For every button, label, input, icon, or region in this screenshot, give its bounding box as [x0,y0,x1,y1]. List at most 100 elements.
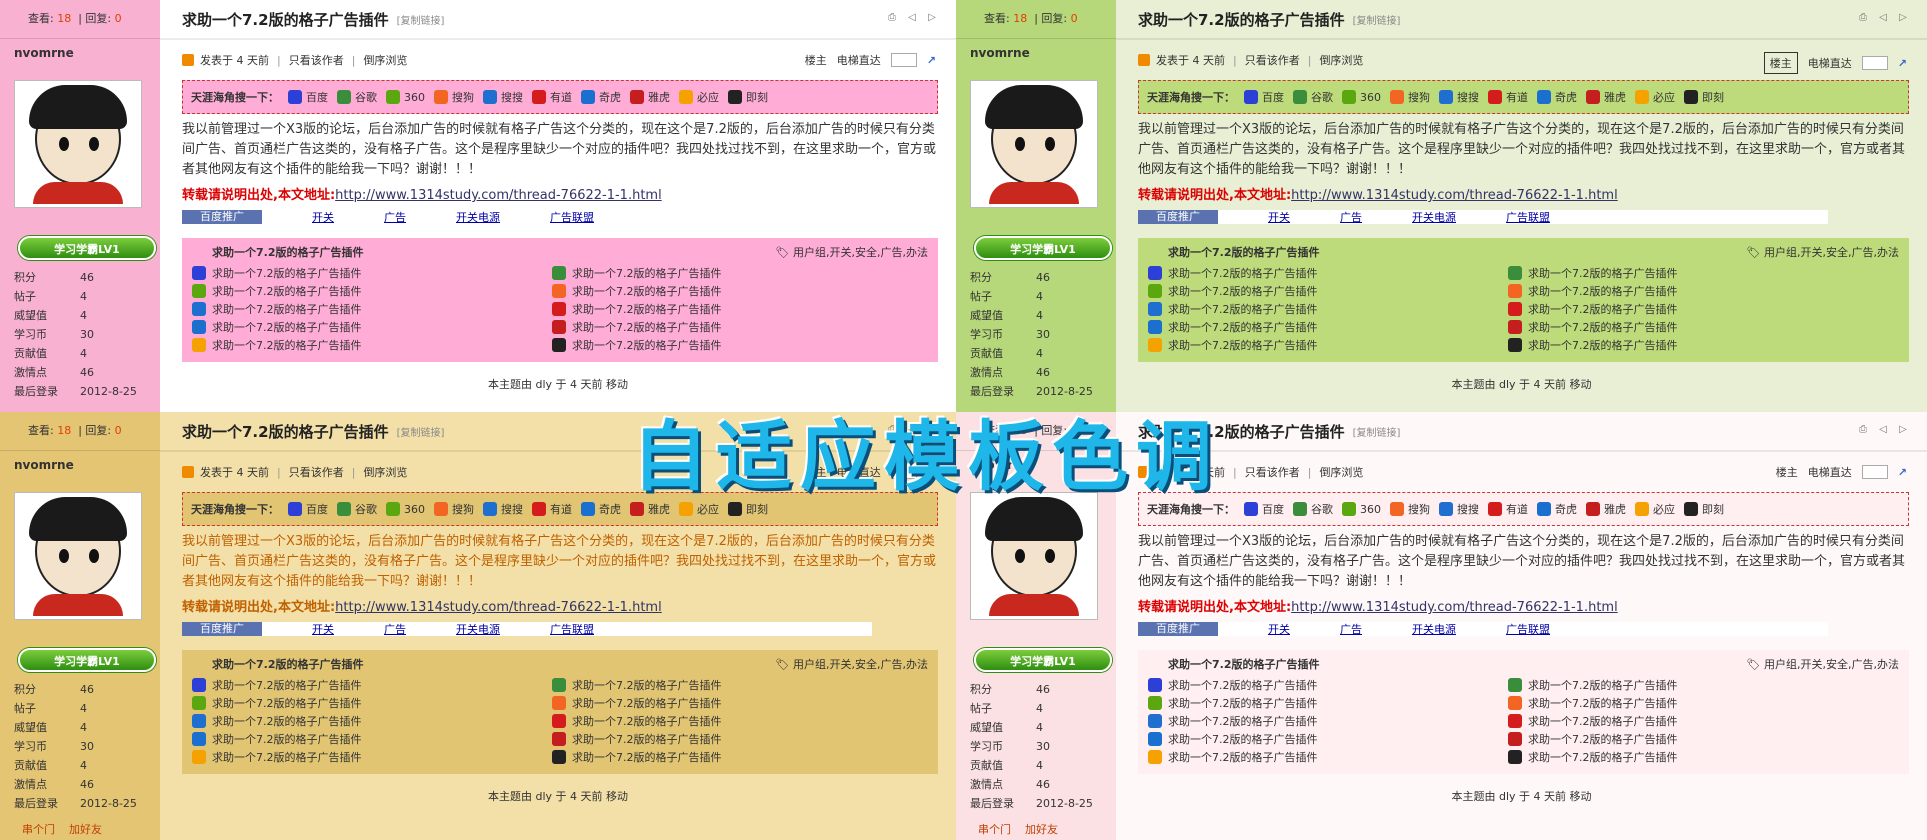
ad-link-3[interactable]: 开关电源 [456,209,500,225]
related-item[interactable]: 求助一个7.2版的格子广告插件 [192,748,552,766]
floor-input[interactable] [1861,465,1888,479]
related-item[interactable]: 求助一个7.2版的格子广告插件 [552,264,912,282]
ad-link-4[interactable]: 广告联盟 [1506,621,1550,637]
search-engine-6[interactable]: 奇虎 [581,501,621,517]
ad-link-1[interactable]: 开关 [312,621,334,637]
ad-link-2[interactable]: 广告 [384,621,406,637]
ad-link-baidu[interactable]: 百度推广 [182,622,262,636]
search-engine-8[interactable]: 必应 [679,89,719,105]
related-item[interactable]: 求助一个7.2版的格子广告插件 [552,676,912,694]
search-engine-0[interactable]: 百度 [288,89,328,105]
only-author-link[interactable]: 只看该作者 [1245,52,1300,68]
next-icon[interactable]: ▷ [1897,12,1909,24]
search-engine-0[interactable]: 百度 [1244,89,1284,105]
ad-link-2[interactable]: 广告 [1340,621,1362,637]
related-item[interactable]: 求助一个7.2版的格子广告插件 [1148,300,1508,318]
reverse-order-link[interactable]: 倒序浏览 [363,52,407,68]
search-engine-2[interactable]: 360 [1342,90,1381,104]
search-engine-2[interactable]: 360 [1342,502,1381,516]
related-item[interactable]: 求助一个7.2版的格子广告插件 [1148,748,1508,766]
search-engine-3[interactable]: 搜狗 [1390,89,1430,105]
search-engine-8[interactable]: 必应 [1635,89,1675,105]
search-engine-5[interactable]: 有道 [1488,89,1528,105]
search-engine-3[interactable]: 搜狗 [1390,501,1430,517]
copy-link[interactable]: [复制链接] [397,12,445,27]
avatar[interactable] [970,492,1098,620]
related-item[interactable]: 求助一个7.2版的格子广告插件 [552,712,912,730]
only-author-link[interactable]: 只看该作者 [1245,464,1300,480]
repost-url[interactable]: http://www.1314study.com/thread-76622-1-… [335,600,662,615]
visit-link[interactable]: 串个门 [978,821,1011,837]
related-item[interactable]: 求助一个7.2版的格子广告插件 [1508,318,1868,336]
avatar[interactable] [970,80,1098,208]
related-item[interactable]: 求助一个7.2版的格子广告插件 [192,264,552,282]
ad-link-4[interactable]: 广告联盟 [1506,209,1550,225]
search-engine-9[interactable]: 即刻 [1684,501,1724,517]
related-item[interactable]: 求助一个7.2版的格子广告插件 [1508,748,1868,766]
search-engine-4[interactable]: 搜搜 [1439,501,1479,517]
search-engine-1[interactable]: 谷歌 [1293,501,1333,517]
ad-link-3[interactable]: 开关电源 [1412,209,1456,225]
avatar[interactable] [14,80,142,208]
related-tags[interactable]: 🏷 用户组,开关,安全,广告,办法 [776,656,928,672]
related-tags[interactable]: 🏷 用户组,开关,安全,广告,办法 [1747,244,1899,260]
only-author-link[interactable]: 只看该作者 [289,464,344,480]
reverse-order-link[interactable]: 倒序浏览 [1319,52,1363,68]
go-icon[interactable]: ↗ [1898,57,1907,70]
search-engine-0[interactable]: 百度 [1244,501,1284,517]
prev-icon[interactable]: ◁ [906,12,918,24]
related-item[interactable]: 求助一个7.2版的格子广告插件 [1148,712,1508,730]
copy-link[interactable]: [复制链接] [397,424,445,439]
search-engine-7[interactable]: 雅虎 [1586,501,1626,517]
ad-link-1[interactable]: 开关 [1268,209,1290,225]
related-item[interactable]: 求助一个7.2版的格子广告插件 [1148,318,1508,336]
ad-link-4[interactable]: 广告联盟 [550,621,594,637]
ad-link-baidu[interactable]: 百度推广 [1138,210,1218,224]
related-item[interactable]: 求助一个7.2版的格子广告插件 [192,282,552,300]
search-engine-8[interactable]: 必应 [1635,501,1675,517]
related-item[interactable]: 求助一个7.2版的格子广告插件 [552,282,912,300]
related-item[interactable]: 求助一个7.2版的格子广告插件 [192,318,552,336]
prev-icon[interactable]: ◁ [1877,424,1889,436]
search-engine-3[interactable]: 搜狗 [434,501,474,517]
related-item[interactable]: 求助一个7.2版的格子广告插件 [552,336,912,354]
ad-link-4[interactable]: 广告联盟 [550,209,594,225]
related-item[interactable]: 求助一个7.2版的格子广告插件 [1508,712,1868,730]
related-item[interactable]: 求助一个7.2版的格子广告插件 [1148,676,1508,694]
related-item[interactable]: 求助一个7.2版的格子广告插件 [552,730,912,748]
only-author-link[interactable]: 只看该作者 [289,52,344,68]
related-item[interactable]: 求助一个7.2版的格子广告插件 [1148,282,1508,300]
related-tags[interactable]: 🏷 用户组,开关,安全,广告,办法 [1747,656,1899,672]
reverse-order-link[interactable]: 倒序浏览 [363,464,407,480]
username[interactable]: nvomrne [0,450,160,478]
search-engine-2[interactable]: 360 [386,502,425,516]
ad-link-baidu[interactable]: 百度推广 [182,210,262,224]
search-engine-7[interactable]: 雅虎 [1586,89,1626,105]
print-icon[interactable]: ⎙ [1857,424,1869,436]
search-engine-5[interactable]: 有道 [532,501,572,517]
go-icon[interactable]: ↗ [1898,466,1907,479]
related-item[interactable]: 求助一个7.2版的格子广告插件 [192,712,552,730]
search-engine-3[interactable]: 搜狗 [434,89,474,105]
floor-input[interactable] [890,53,917,67]
related-item[interactable]: 求助一个7.2版的格子广告插件 [1508,264,1868,282]
next-icon[interactable]: ▷ [1897,424,1909,436]
search-engine-6[interactable]: 奇虎 [1537,501,1577,517]
related-item[interactable]: 求助一个7.2版的格子广告插件 [1148,730,1508,748]
search-engine-1[interactable]: 谷歌 [337,501,377,517]
ad-link-1[interactable]: 开关 [1268,621,1290,637]
print-icon[interactable]: ⎙ [1857,12,1869,24]
copy-link[interactable]: [复制链接] [1353,12,1401,27]
ad-link-baidu[interactable]: 百度推广 [1138,622,1218,636]
search-engine-6[interactable]: 奇虎 [1537,89,1577,105]
related-item[interactable]: 求助一个7.2版的格子广告插件 [1508,694,1868,712]
search-engine-9[interactable]: 即刻 [728,89,768,105]
search-engine-2[interactable]: 360 [386,90,425,104]
search-engine-4[interactable]: 搜搜 [483,501,523,517]
related-item[interactable]: 求助一个7.2版的格子广告插件 [1508,730,1868,748]
print-icon[interactable]: ⎙ [886,12,898,24]
ad-link-3[interactable]: 开关电源 [456,621,500,637]
username[interactable]: nvomrne [956,38,1116,66]
related-item[interactable]: 求助一个7.2版的格子广告插件 [192,676,552,694]
related-item[interactable]: 求助一个7.2版的格子广告插件 [192,336,552,354]
